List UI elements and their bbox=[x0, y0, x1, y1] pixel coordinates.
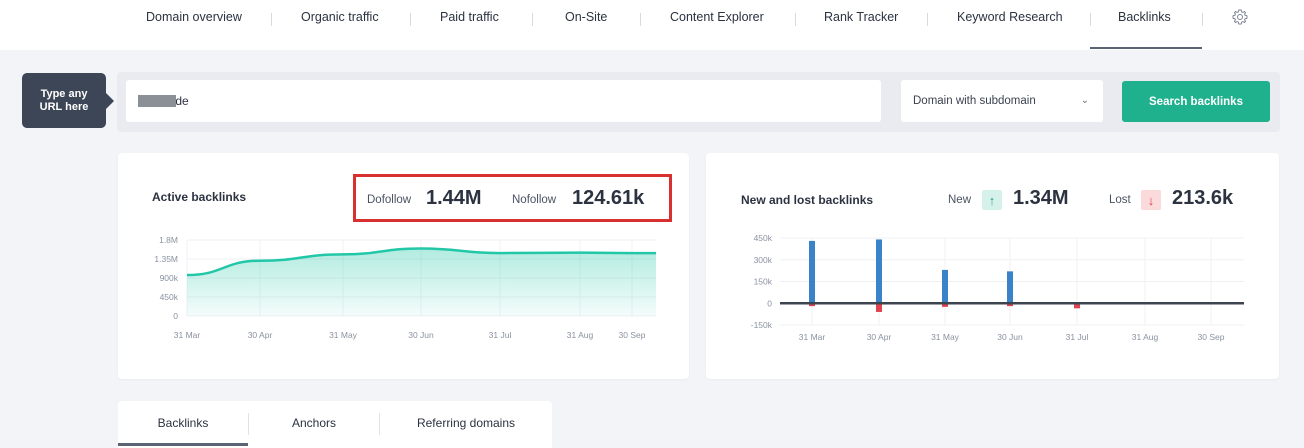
x-tick-label: 31 Mar bbox=[799, 332, 826, 342]
y-tick-label: 300k bbox=[754, 255, 773, 265]
new-backlinks-bar bbox=[876, 239, 882, 304]
y-tick-label: 150k bbox=[754, 277, 773, 287]
x-tick-label: 30 Apr bbox=[867, 332, 892, 342]
new-backlinks-bar bbox=[942, 269, 948, 304]
tab-referring-domains[interactable]: Referring domains bbox=[380, 401, 552, 446]
x-tick-label: 30 Sep bbox=[1198, 332, 1225, 342]
y-tick-label: 0 bbox=[767, 298, 772, 308]
x-tick-label: 31 May bbox=[931, 332, 960, 342]
lost-backlinks-bar bbox=[876, 303, 882, 312]
tab-anchors[interactable]: Anchors bbox=[249, 401, 379, 446]
tab-active-indicator bbox=[118, 443, 248, 446]
y-tick-label: 450k bbox=[754, 233, 773, 243]
new-backlinks-bar bbox=[1007, 271, 1013, 304]
x-tick-label: 31 Aug bbox=[1132, 332, 1159, 342]
new-lost-backlinks-chart: 450k 300k 150k 0 -150k 31 Mar 30 Apr 31 May 30 … bbox=[751, 233, 1244, 342]
x-tick-label: 30 Jun bbox=[997, 332, 1023, 342]
x-tick-label: 31 Jul bbox=[1066, 332, 1089, 342]
new-backlinks-bar bbox=[809, 240, 815, 304]
results-tabs: Backlinks Anchors Referring domains bbox=[118, 401, 552, 448]
tab-backlinks[interactable]: Backlinks bbox=[118, 401, 248, 446]
y-tick-label: -150k bbox=[751, 320, 773, 330]
